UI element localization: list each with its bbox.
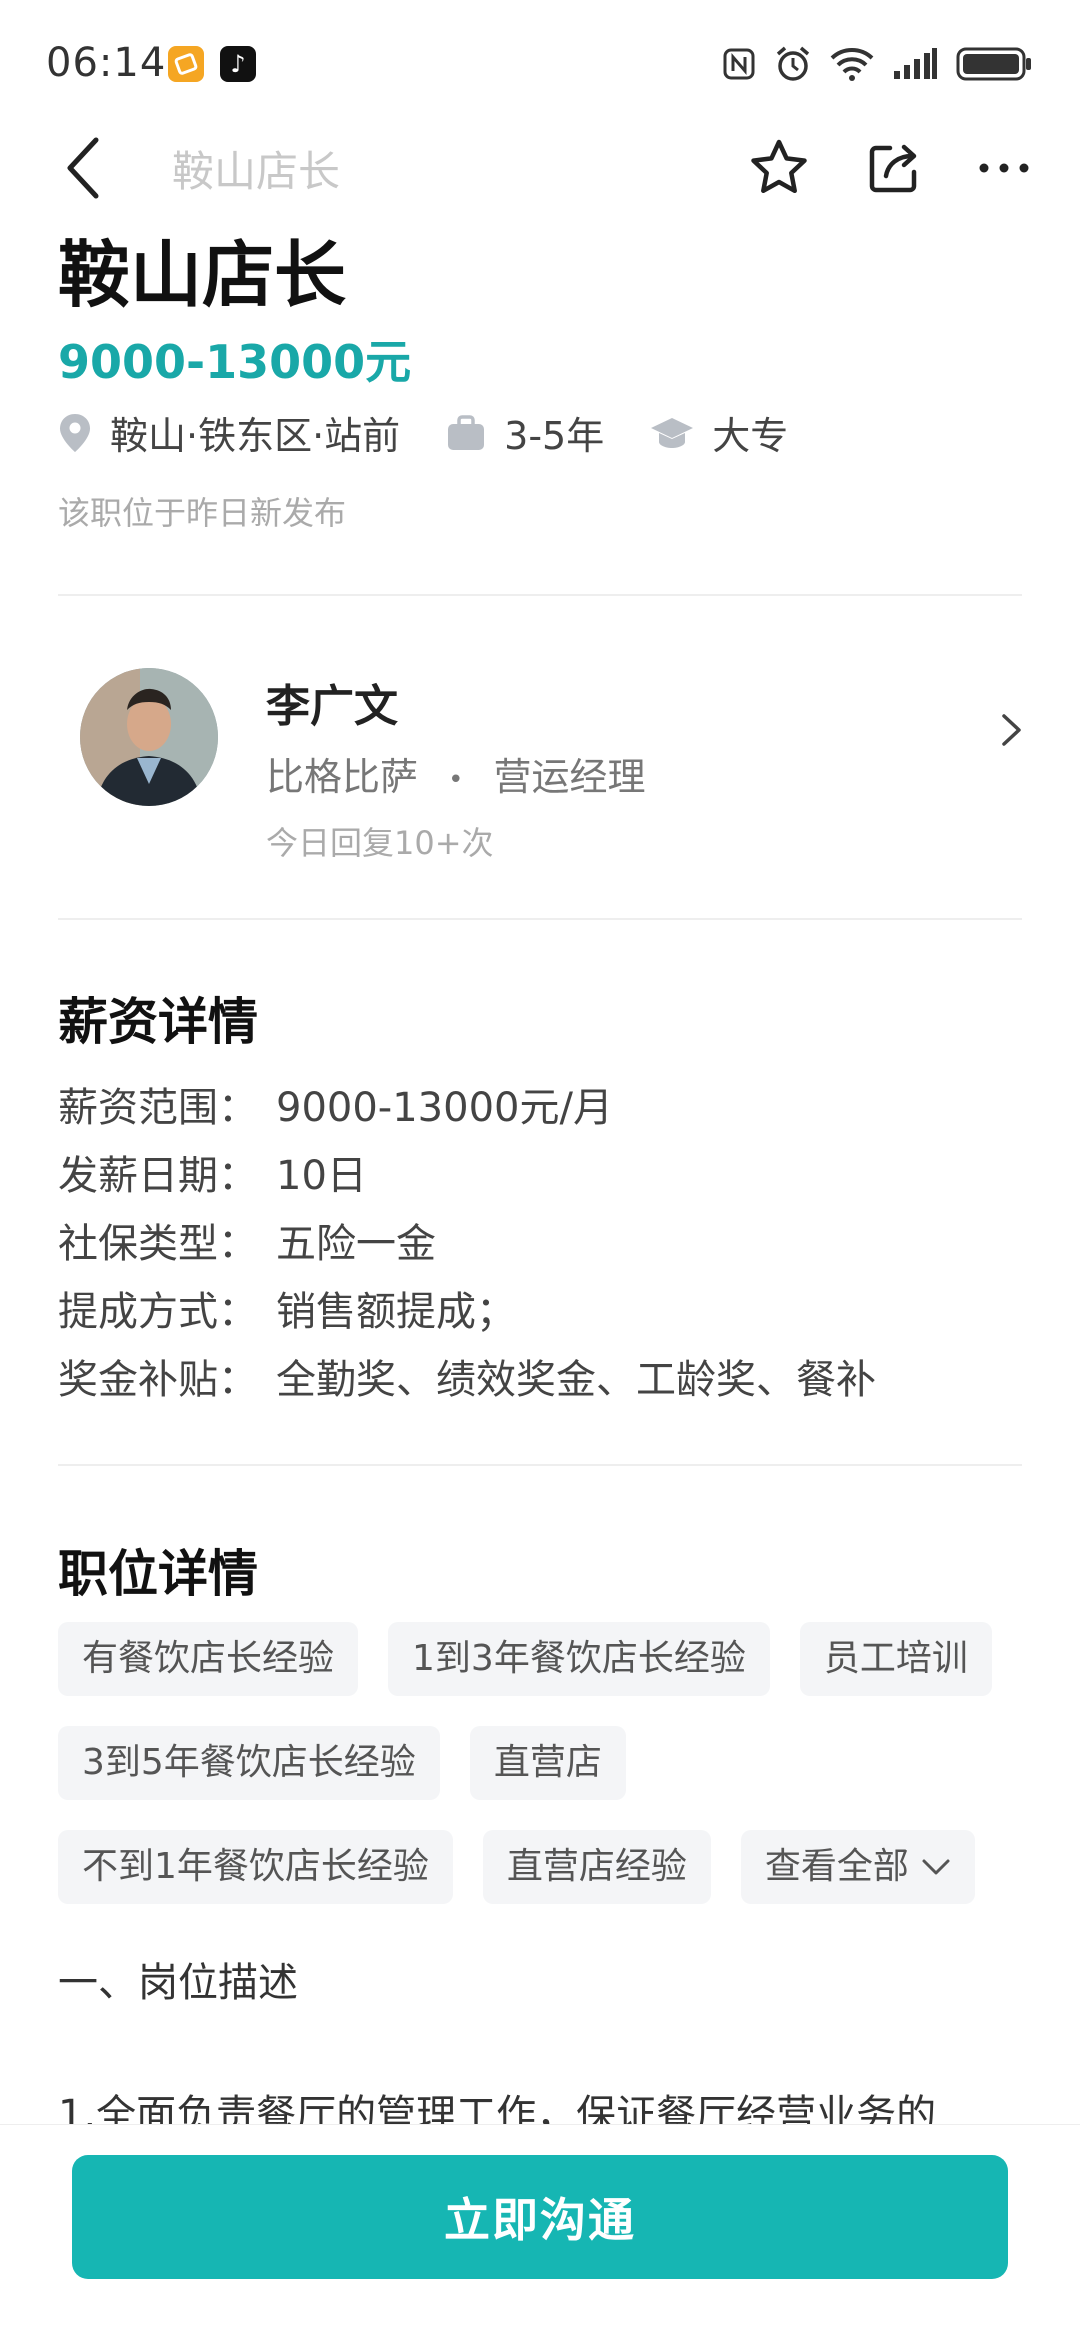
- view-all-label: 查看全部: [764, 1846, 909, 1887]
- pay-app-icon: [168, 46, 204, 82]
- separator-dot: •: [448, 764, 464, 795]
- job-salary: 9000-13000元: [58, 335, 412, 389]
- salary-row-value: 10日: [276, 1153, 367, 1199]
- posted-note: 该职位于昨日新发布: [58, 494, 347, 532]
- description-heading: 一、岗位描述: [58, 1960, 298, 2006]
- signal-icon: [894, 48, 937, 79]
- view-all-tags-button[interactable]: 查看全部: [740, 1830, 975, 1904]
- skill-tag: 1到3年餐饮店长经验: [388, 1622, 770, 1696]
- more-icon[interactable]: [978, 158, 1030, 178]
- salary-row-label: 薪资范围：: [58, 1085, 258, 1131]
- description-text: 1.全面负责餐厅的管理工作，保证餐厅经营业务的: [58, 2092, 937, 2124]
- salary-row-label: 奖金补贴：: [58, 1357, 258, 1403]
- tag-row: 不到1年餐饮店长经验 直营店经验 查看全部: [58, 1830, 1038, 1904]
- battery-icon: [956, 47, 1031, 81]
- salary-details-list: 薪资范围： 9000-13000元/月 发薪日期： 10日 社保类型： 五险一金 提成…: [58, 1074, 876, 1414]
- top-nav: 鞍山店长: [0, 120, 1080, 220]
- chevron-down-icon: [922, 1859, 950, 1875]
- share-icon[interactable]: [864, 138, 924, 198]
- salary-row: 社保类型： 五险一金: [58, 1210, 876, 1278]
- skill-tag: 有餐饮店长经验: [58, 1622, 359, 1696]
- briefcase-icon: [448, 414, 485, 450]
- salary-row: 薪资范围： 9000-13000元/月: [58, 1074, 876, 1142]
- salary-row-label: 发薪日期：: [58, 1153, 258, 1199]
- bottom-bar: 立即沟通: [0, 2124, 1080, 2325]
- salary-row-value: 全勤奖、绩效奖金、工龄奖、餐补: [276, 1357, 876, 1403]
- salary-row: 奖金补贴： 全勤奖、绩效奖金、工龄奖、餐补: [58, 1346, 876, 1414]
- chat-now-button[interactable]: 立即沟通: [72, 2155, 1008, 2279]
- recruiter-company: 比格比萨: [266, 755, 419, 799]
- nav-title: 鞍山店长: [172, 147, 341, 196]
- salary-row-label: 社保类型：: [58, 1221, 258, 1267]
- skill-tag: 直营店: [469, 1726, 626, 1800]
- salary-row-value: 9000-13000元/月: [276, 1085, 613, 1131]
- salary-row-value: 五险一金: [276, 1221, 436, 1267]
- system-indicators: [722, 42, 1032, 86]
- back-arrow-icon: [67, 137, 99, 199]
- avatar: [80, 668, 218, 806]
- recruiter-reply-rate: 今日回复10+次: [266, 824, 494, 862]
- tag-list: 有餐饮店长经验 1到3年餐饮店长经验 员工培训 3到5年餐饮店长经验 直营店 不…: [58, 1622, 1038, 1934]
- position-details-title: 职位详情: [58, 1545, 258, 1603]
- divider: [58, 1464, 1022, 1466]
- salary-details-title: 薪资详情: [58, 993, 258, 1051]
- job-location-text: 鞍山·铁东区·站前: [110, 414, 401, 458]
- recruiter-name: 李广文: [266, 681, 398, 732]
- wifi-icon: [830, 48, 874, 81]
- recruiter-card[interactable]: 李广文 比格比萨 • 营运经理 今日回复10+次: [0, 640, 1080, 880]
- star-icon[interactable]: [748, 137, 810, 199]
- status-bar: 06:14 ♪: [0, 0, 1080, 120]
- nav-actions: [748, 128, 1030, 208]
- alarm-icon: [776, 46, 810, 81]
- job-meta: 鞍山·铁东区·站前 3-5年 大专: [58, 405, 834, 460]
- divider: [58, 918, 1022, 920]
- job-location: 鞍山·铁东区·站前: [58, 405, 400, 460]
- status-time: 06:14: [46, 40, 167, 86]
- job-experience: 3-5年: [446, 405, 604, 460]
- back-button[interactable]: [62, 128, 122, 208]
- tag-row: 3到5年餐饮店长经验 直营店: [58, 1726, 1038, 1800]
- job-title: 鞍山店长: [58, 233, 347, 317]
- tag-row: 有餐饮店长经验 1到3年餐饮店长经验 员工培训: [58, 1622, 1038, 1696]
- job-experience-text: 3-5年: [504, 414, 605, 458]
- skill-tag: 3到5年餐饮店长经验: [58, 1726, 440, 1800]
- skill-tag: 员工培训: [799, 1622, 992, 1696]
- graduation-cap-icon: [651, 417, 694, 448]
- skill-tag: 不到1年餐饮店长经验: [58, 1830, 453, 1904]
- job-education: 大专: [650, 405, 788, 460]
- recruiter-company-role: 比格比萨 • 营运经理: [266, 746, 646, 801]
- skill-tag: 直营店经验: [482, 1830, 711, 1904]
- job-education-text: 大专: [712, 414, 789, 458]
- tiktok-icon: ♪: [220, 46, 256, 82]
- nfc-icon: [723, 48, 755, 80]
- chevron-right-icon: [1002, 714, 1021, 746]
- location-pin-icon: [60, 413, 90, 452]
- salary-row: 发薪日期： 10日: [58, 1142, 876, 1210]
- salary-row-label: 提成方式：: [58, 1289, 258, 1335]
- salary-row: 提成方式： 销售额提成；: [58, 1278, 876, 1346]
- divider: [58, 594, 1022, 596]
- salary-row-value: 销售额提成；: [276, 1289, 516, 1335]
- recruiter-role: 营运经理: [493, 755, 646, 799]
